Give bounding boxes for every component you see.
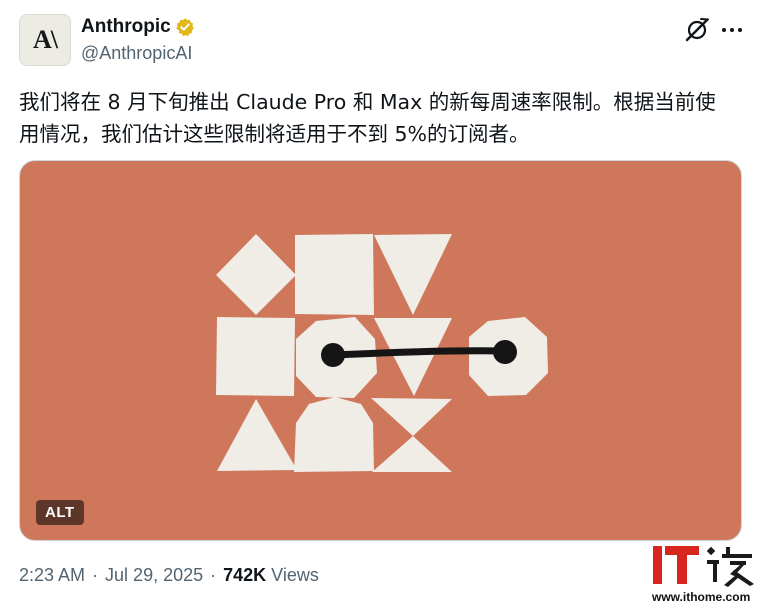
more-dot [730,28,734,32]
ithome-logo [653,546,754,587]
meta-separator: · [92,565,99,585]
tweet-text: 我们将在 8 月下旬推出 Claude Pro 和 Max 的新每周速率限制。根… [19,86,745,150]
more-dot [722,28,726,32]
tweet-date[interactable]: Jul 29, 2025 [105,565,203,586]
avatar[interactable]: A\ [19,14,71,66]
verified-badge-icon [175,18,194,37]
handle[interactable]: @AnthropicAI [81,43,192,64]
tweet-image[interactable]: ALT [19,160,742,541]
shapes-illustration [216,234,548,472]
tweet-text-line: 用情况，我们估计这些限制将适用于不到 5%的订阅者。 [19,122,530,146]
more-options-icon[interactable] [718,17,746,43]
more-dot [738,28,742,32]
tweet-meta: 2:23 AM · Jul 29, 2025 · 742K Views [19,565,319,586]
tweet-time[interactable]: 2:23 AM [19,565,85,586]
views-label: Views [271,565,319,585]
tweet-text-line: 我们将在 8 月下旬推出 Claude Pro 和 Max 的新每周速率限制。根… [19,90,716,114]
alt-text-button[interactable]: ALT [36,500,84,525]
grok-icon[interactable] [684,17,710,43]
display-name[interactable]: Anthropic [81,16,171,38]
ithome-watermark: www.ithome.com [650,544,758,606]
ithome-url: www.ithome.com [652,590,751,604]
display-name-row[interactable]: Anthropic [81,16,195,38]
anthropic-logo: A\ [33,25,58,54]
meta-separator: · [210,565,217,585]
views-count: 742K [223,565,267,585]
